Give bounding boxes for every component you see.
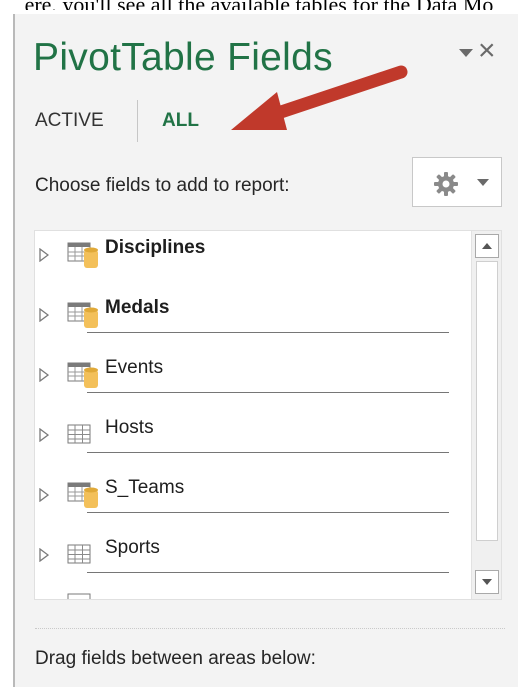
red-arrow-icon [231, 65, 408, 130]
chevron-down-icon[interactable] [457, 44, 475, 62]
field-list: Disciplines Medals Events Hosts S_Teams … [34, 230, 502, 600]
expand-triangle-icon[interactable] [39, 428, 49, 442]
scroll-thumb[interactable] [476, 261, 498, 541]
field-label: Disciplines [105, 237, 206, 258]
row-divider [87, 332, 449, 333]
table-icon [67, 593, 91, 599]
section-divider [35, 628, 505, 629]
expand-triangle-icon[interactable] [39, 368, 49, 382]
data-table-icon [67, 482, 98, 508]
vertical-scrollbar[interactable] [471, 231, 501, 599]
field-label: S_Teams [105, 477, 185, 498]
table-icon [67, 544, 91, 564]
tools-button[interactable] [412, 157, 502, 207]
tab-active[interactable]: ACTIVE [35, 110, 104, 132]
pivottable-fields-pane: PivotTable Fields × ACTIVE ALL Choose fi… [13, 14, 518, 687]
triangle-up-icon [482, 243, 492, 249]
field-label: Medals [105, 297, 170, 318]
triangle-down-icon [482, 579, 492, 585]
row-divider [87, 452, 449, 453]
scroll-down-button[interactable] [475, 570, 499, 594]
choose-fields-label: Choose fields to add to report: [35, 175, 290, 196]
field-row[interactable]: Sports [35, 529, 465, 589]
scroll-up-button[interactable] [475, 234, 499, 258]
drag-fields-label: Drag fields between areas below: [35, 648, 316, 669]
close-icon[interactable]: × [478, 36, 496, 66]
field-row[interactable]: Events [35, 349, 465, 409]
data-table-icon [67, 362, 98, 388]
field-row[interactable]: Medals [35, 289, 465, 349]
data-table-icon [67, 302, 98, 328]
field-label: Hosts [105, 417, 154, 438]
field-row[interactable]: Disciplines [35, 231, 465, 289]
gear-icon [434, 172, 458, 196]
data-table-icon [67, 242, 98, 268]
caption-text: ere, you'll see all the available tables… [0, 0, 518, 10]
field-label: Events [105, 357, 164, 378]
expand-triangle-icon[interactable] [39, 488, 49, 502]
field-label: Sports [105, 537, 160, 558]
tab-separator [137, 100, 138, 142]
tab-all[interactable]: ALL [162, 110, 199, 132]
row-divider [87, 392, 449, 393]
row-divider [87, 512, 449, 513]
field-row[interactable]: S_Teams [35, 469, 465, 529]
chevron-down-icon [477, 179, 489, 186]
field-row[interactable]: Hosts [35, 409, 465, 469]
expand-triangle-icon[interactable] [39, 548, 49, 562]
table-icon [67, 424, 91, 444]
row-divider [87, 572, 449, 573]
expand-triangle-icon[interactable] [39, 248, 49, 262]
expand-triangle-icon[interactable] [39, 308, 49, 322]
